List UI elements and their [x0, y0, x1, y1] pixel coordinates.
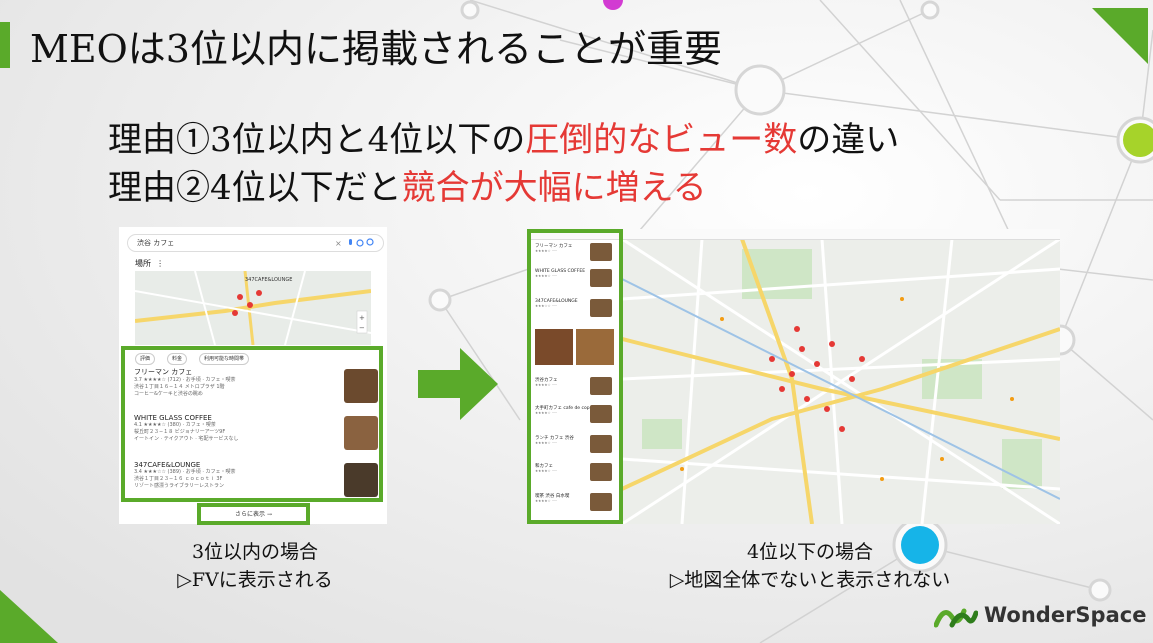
brand-name: WonderSpace: [984, 603, 1147, 627]
right-caption: 4位以下の場合 ▷地図全体でないと表示されない: [640, 538, 980, 594]
map-pin-label: 347CAFE&LOUNGE: [245, 277, 292, 283]
search-toolbar-icons: ×: [335, 238, 374, 248]
full-map[interactable]: [622, 239, 1060, 524]
svg-text:×: ×: [335, 239, 342, 248]
search-input[interactable]: 渋谷 カフェ ×: [127, 234, 384, 252]
left-caption: 3位以内の場合 ▷FVに表示される: [155, 538, 355, 594]
reason-2-highlight: 競合が大幅に増える: [401, 168, 707, 208]
search-query: 渋谷 カフェ: [137, 239, 175, 247]
left-caption-line1: 3位以内の場合: [191, 541, 319, 563]
reason-1-suffix: の違い: [797, 120, 900, 160]
slide-title: MEOは3位以内に掲載されることが重要: [30, 27, 722, 71]
reason-1-highlight: 圧倒的なビュー数: [525, 120, 798, 160]
reason-2: 理由②4位以下だと競合が大幅に増える: [108, 160, 707, 209]
title-accent-bar: [0, 22, 10, 68]
reason-2-prefix: 理由②4位以下だと: [108, 168, 402, 208]
right-caption-line1: 4位以下の場合: [746, 541, 874, 563]
wonderspace-logo-icon: [934, 608, 978, 628]
reason-1-prefix: 理由①3位以内と4位以下の: [108, 120, 526, 160]
left-caption-line2: ▷FVに表示される: [177, 569, 333, 591]
show-more-button[interactable]: さらに表示 →: [199, 505, 308, 525]
mini-map[interactable]: 347CAFE&LOUNGE + −: [135, 271, 371, 345]
reason-1: 理由①3位以内と4位以下の圧倒的なビュー数の違い: [108, 112, 899, 161]
svg-text:+: +: [359, 314, 365, 322]
right-caption-line2: ▷地図全体でないと表示されない: [669, 569, 951, 591]
svg-text:−: −: [359, 324, 365, 332]
places-label: 場所 ⋮: [135, 259, 165, 268]
sidebar-highlight-box: [527, 229, 623, 524]
top3-highlight-box: [121, 346, 383, 502]
right-arrow-icon: [418, 348, 498, 420]
